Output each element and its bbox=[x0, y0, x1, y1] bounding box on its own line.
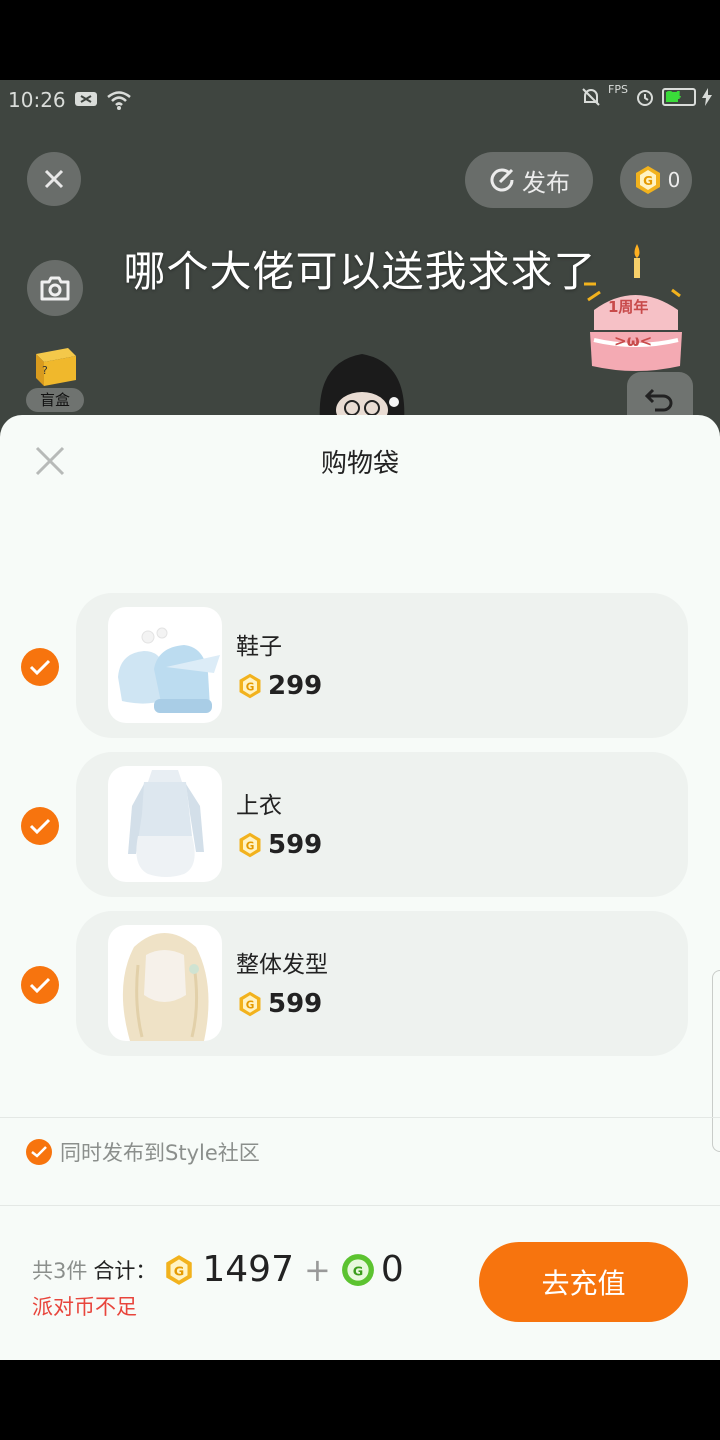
fps-label: FPS bbox=[608, 82, 628, 96]
insufficient-balance-warning: 派对币不足 bbox=[32, 1295, 137, 1319]
item-checkbox[interactable] bbox=[21, 966, 59, 1004]
item-name: 上衣 bbox=[236, 793, 282, 819]
camera-button[interactable] bbox=[27, 260, 83, 316]
item-thumbnail-shoes bbox=[108, 607, 222, 723]
status-time: 10:26 bbox=[8, 88, 66, 112]
item-price: G 299 bbox=[236, 671, 322, 701]
cart-item[interactable]: 整体发型 G 599 bbox=[76, 911, 688, 1056]
app-screen: 发布 G 0 哪个大佬可以送我求求了 ? 盲盒 1周年 >ω< 购物袋 鞋子 G… bbox=[0, 80, 720, 1360]
publish-button[interactable]: 发布 bbox=[465, 152, 593, 208]
item-thumbnail-hair bbox=[108, 925, 222, 1041]
shopping-bag-sheet: 购物袋 鞋子 G 299 上衣 G 599 整体发型 G 599 同时发布到St… bbox=[0, 415, 720, 1360]
publish-icon bbox=[490, 168, 514, 192]
cake-label: 1周年 bbox=[608, 298, 649, 316]
green-coins: 0 bbox=[380, 1249, 404, 1290]
item-price-value: 599 bbox=[268, 989, 323, 1019]
svg-text:G: G bbox=[643, 174, 653, 188]
item-price-value: 299 bbox=[268, 671, 323, 701]
sim-icon bbox=[75, 92, 97, 106]
alarm-icon bbox=[637, 90, 653, 106]
item-checkbox[interactable] bbox=[21, 648, 59, 686]
divider bbox=[0, 1205, 720, 1206]
blind-box-label: 盲盒 bbox=[26, 388, 84, 412]
green-coin-icon: G bbox=[341, 1253, 374, 1286]
blind-box-icon bbox=[36, 348, 76, 386]
top-image bbox=[128, 770, 204, 877]
checkmark-icon bbox=[29, 977, 51, 993]
cart-item[interactable]: 鞋子 G 299 bbox=[76, 593, 688, 738]
item-price: G 599 bbox=[236, 989, 322, 1019]
wifi-icon bbox=[107, 91, 131, 110]
total-summary: 共3件 合计： G 1497 + G 0 bbox=[32, 1249, 404, 1290]
item-count: 共3件 bbox=[32, 1258, 88, 1283]
svg-text:G: G bbox=[174, 1264, 184, 1279]
svg-text:G: G bbox=[246, 681, 255, 693]
anniversary-cake-badge[interactable]: 1周年 >ω< bbox=[580, 240, 690, 380]
status-icons-right: FPS 34 bbox=[580, 82, 712, 108]
plus-sign: + bbox=[304, 1250, 331, 1289]
svg-text:G: G bbox=[246, 840, 255, 852]
total-label: 合计： bbox=[93, 1258, 157, 1283]
bell-muted-icon bbox=[582, 88, 600, 106]
coin-icon: G bbox=[239, 991, 261, 1017]
scroll-indicator[interactable] bbox=[712, 970, 720, 1152]
close-button[interactable] bbox=[27, 152, 81, 206]
battery-level: 34 bbox=[666, 89, 682, 102]
recharge-button[interactable]: 去充值 bbox=[479, 1242, 688, 1322]
svg-text:G: G bbox=[246, 999, 255, 1011]
checkmark-icon bbox=[29, 818, 51, 834]
coin-icon: G bbox=[239, 673, 261, 699]
coin-icon: G bbox=[239, 832, 261, 858]
svg-text:G: G bbox=[353, 1264, 363, 1279]
blind-box-button[interactable]: ? 盲盒 bbox=[26, 342, 84, 412]
avatar-preview bbox=[319, 354, 405, 422]
undo-icon bbox=[645, 388, 673, 412]
blind-box-mark: ? bbox=[42, 364, 48, 377]
status-icons-left bbox=[74, 89, 132, 111]
camera-icon bbox=[40, 276, 70, 301]
cart-item[interactable]: 上衣 G 599 bbox=[76, 752, 688, 897]
item-thumbnail-top bbox=[108, 766, 222, 882]
status-bar: 10:26 FPS 34 bbox=[0, 80, 720, 120]
coin-icon: G bbox=[635, 166, 660, 194]
coin-balance-value: 0 bbox=[667, 168, 681, 192]
publish-label: 同时发布到Style社区 bbox=[60, 1141, 260, 1165]
checkmark-icon bbox=[29, 659, 51, 675]
close-icon bbox=[44, 169, 64, 189]
item-price-value: 599 bbox=[268, 830, 323, 860]
coin-balance[interactable]: G 0 bbox=[620, 152, 692, 208]
charging-icon bbox=[702, 88, 712, 106]
shoes-image bbox=[118, 627, 220, 713]
hair-image bbox=[122, 933, 209, 1041]
item-name: 整体发型 bbox=[236, 952, 328, 978]
item-price: G 599 bbox=[236, 830, 322, 860]
coin-icon: G bbox=[166, 1254, 193, 1285]
publish-checkbox[interactable] bbox=[26, 1139, 52, 1165]
checkmark-icon bbox=[31, 1146, 47, 1158]
sheet-title: 购物袋 bbox=[320, 449, 399, 479]
publish-to-community-toggle[interactable]: 同时发布到Style社区 bbox=[26, 1137, 260, 1167]
total-coins: 1497 bbox=[202, 1249, 294, 1290]
cake-face: >ω< bbox=[614, 332, 653, 350]
divider bbox=[0, 1117, 720, 1118]
publish-label: 发布 bbox=[522, 168, 570, 197]
item-checkbox[interactable] bbox=[21, 807, 59, 845]
item-name: 鞋子 bbox=[236, 634, 282, 660]
battery-icon: 34 bbox=[662, 88, 696, 106]
